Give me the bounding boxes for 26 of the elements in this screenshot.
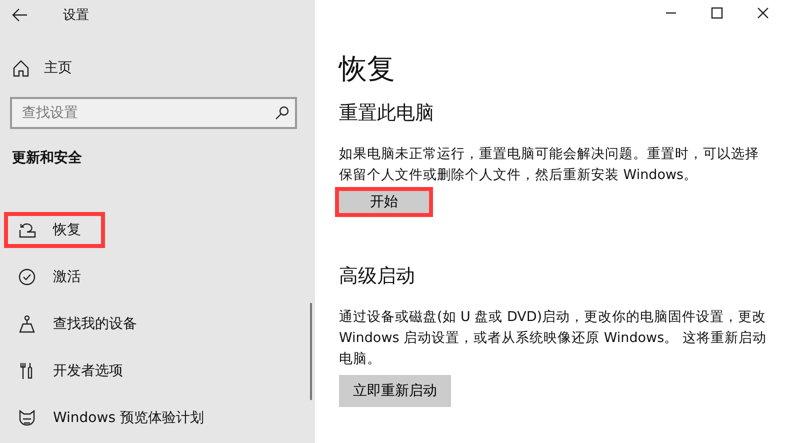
section-heading: 更新和安全 [12,149,83,167]
close-icon [757,7,769,19]
check-circle-icon [18,268,36,286]
window-title: 设置 [63,7,89,24]
action-button[interactable]: 立即重新启动 [339,375,451,407]
home-nav-item[interactable]: 主页 [12,53,315,83]
section-heading: 重置此电脑 [339,101,435,126]
person-icon [18,315,36,333]
nav-item[interactable]: 开发者选项 [4,353,137,389]
maximize-icon [711,7,723,19]
home-icon [12,59,30,77]
page-title: 恢复 [339,51,396,87]
nav-item[interactable]: Windows 预览体验计划 [4,400,218,436]
nav-item[interactable]: 激活 [4,259,95,295]
restore-icon [18,221,36,239]
section-description: 通过设备或磁盘(如 U 盘或 DVD)启动，更改你的电脑固件设置，更改 Windows 启动设置，或者从系统映像还原 Windows。 这将重新启动电脑。 [339,308,768,369]
nav-item[interactable]: 恢复 [4,212,105,248]
search-field[interactable]: 查找设置 [10,97,297,129]
search-icon [275,106,289,120]
back-icon [12,8,28,22]
nav-item[interactable]: 查找我的设备 [4,306,151,342]
section-description: 如果电脑未正常运行，重置电脑可能会解决问题。重置时，可以选择保留个人文件或删除个人文件，然后重新安装 Windows。 [339,145,760,185]
section-heading: 高级启动 [339,264,416,289]
scrollbar[interactable] [310,303,312,400]
cat-icon [18,409,36,427]
action-button[interactable]: 开始 [339,191,429,213]
